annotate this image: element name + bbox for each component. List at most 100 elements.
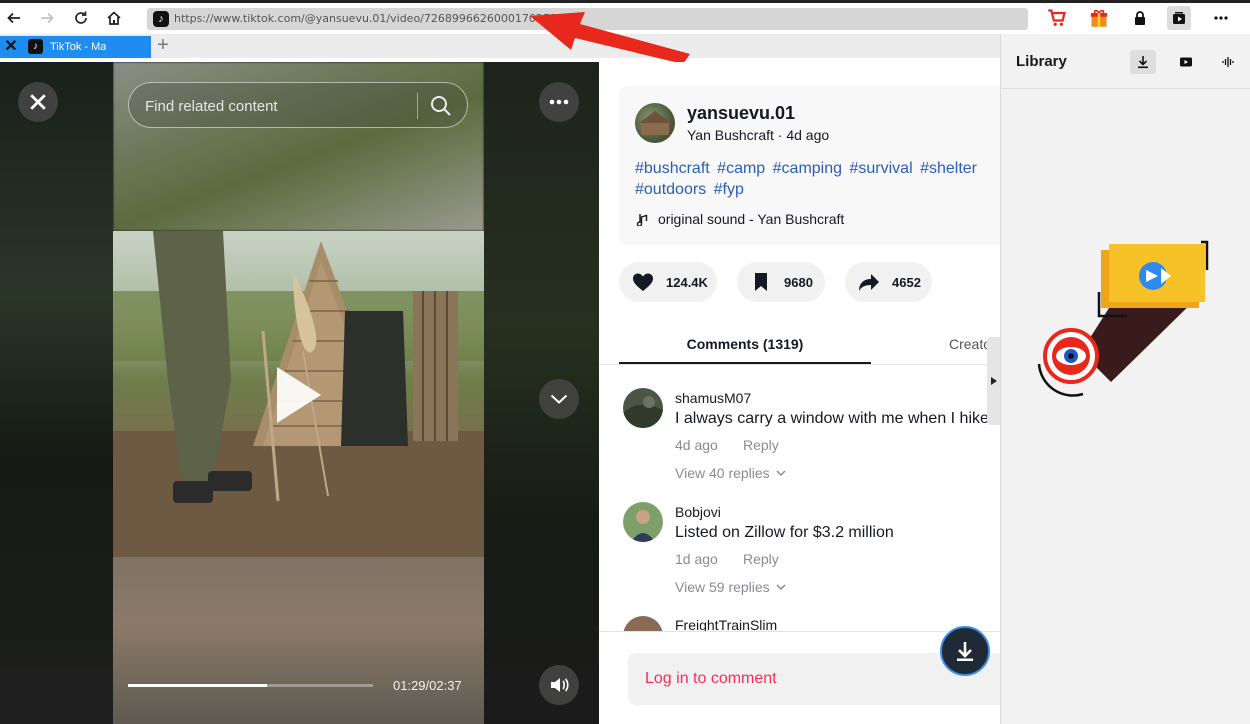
tabs-divider xyxy=(599,364,1000,365)
author-handle[interactable]: yansuevu.01 xyxy=(687,103,795,124)
search-icon[interactable] xyxy=(429,94,453,118)
tab-comments[interactable]: Comments (1319) xyxy=(619,324,871,364)
media-button[interactable] xyxy=(1167,6,1191,30)
more-horizontal-icon xyxy=(549,99,569,105)
comment-date: 4d ago xyxy=(675,437,718,453)
hashtag-link[interactable]: #survival xyxy=(849,160,912,177)
more-menu-button[interactable] xyxy=(1209,6,1233,30)
chevron-down-icon xyxy=(776,470,786,477)
home-button[interactable] xyxy=(102,6,126,30)
related-search-box[interactable] xyxy=(128,82,468,128)
heart-icon xyxy=(633,273,653,291)
share-arrow-icon xyxy=(859,274,879,291)
comment-username[interactable]: shamusM07 xyxy=(675,390,751,406)
close-icon xyxy=(30,94,46,110)
save-button[interactable]: 9680 xyxy=(737,262,825,302)
comment-text: Listed on Zillow for $3.2 million xyxy=(675,524,894,541)
hashtag-link[interactable]: #camp xyxy=(717,160,765,177)
hashtag-link[interactable]: #fyp xyxy=(714,181,744,198)
comment-text: I always carry a window with me when I h… xyxy=(675,410,989,427)
comment-reply-button[interactable]: Reply xyxy=(743,551,779,567)
video-frame-blur-bottom xyxy=(113,557,484,724)
address-bar-url: https://www.tiktok.com/@yansuevu.01/vide… xyxy=(174,12,557,25)
video-progress-bar[interactable] xyxy=(128,684,373,687)
chevron-down-icon xyxy=(550,394,568,404)
back-button[interactable] xyxy=(2,6,26,30)
comments-divider xyxy=(599,631,1000,632)
browser-tab[interactable]: ✕ ♪ TikTok - Ma xyxy=(0,36,151,58)
reload-button[interactable] xyxy=(69,6,93,30)
download-icon xyxy=(1138,56,1148,69)
video-progress-fill xyxy=(128,684,267,687)
post-description-card: yansuevu.01 Yan Bushcraft · 4d ago #bush… xyxy=(619,86,1000,245)
lock-button[interactable] xyxy=(1128,6,1152,30)
author-avatar[interactable] xyxy=(635,103,675,143)
comment-username[interactable]: Bobjovi xyxy=(675,504,721,520)
home-icon xyxy=(107,11,121,25)
music-note-icon xyxy=(636,214,648,226)
gift-icon xyxy=(1090,9,1108,27)
author-meta: Yan Bushcraft · 4d ago xyxy=(687,127,830,143)
new-tab-button[interactable]: + xyxy=(154,34,172,56)
hashtag-link[interactable]: #bushcraft xyxy=(635,160,710,177)
library-audio-button[interactable] xyxy=(1215,50,1241,74)
like-button[interactable]: 124.4K xyxy=(619,262,717,302)
library-downloads-button[interactable] xyxy=(1130,50,1156,74)
comment-username[interactable]: FreightTrainSlim xyxy=(675,617,777,631)
arrow-right-icon xyxy=(41,12,54,24)
play-icon[interactable] xyxy=(275,365,323,425)
view-replies-button[interactable]: View 59 replies xyxy=(675,579,787,595)
reload-icon xyxy=(75,11,87,24)
cart-button[interactable] xyxy=(1045,6,1069,30)
video-time-readout: 01:29/02:37 xyxy=(393,678,462,693)
view-replies-label: View 40 replies xyxy=(675,465,770,481)
hashtag-link[interactable]: #shelter xyxy=(920,160,977,177)
lock-icon xyxy=(1135,11,1145,25)
gift-button[interactable] xyxy=(1087,6,1111,30)
comment-avatar[interactable] xyxy=(623,388,663,428)
view-replies-button[interactable]: View 40 replies xyxy=(675,465,787,481)
tiktok-favicon-icon: ♪ xyxy=(153,11,169,27)
related-search-input[interactable] xyxy=(145,96,405,116)
sound-link[interactable]: original sound - Yan Bushcraft xyxy=(635,211,844,227)
hashtag-link[interactable]: #outdoors xyxy=(635,181,706,198)
media-icon xyxy=(1173,12,1185,24)
video-player[interactable]: 01:29/02:37 xyxy=(0,62,599,724)
library-sidebar: Library xyxy=(1000,34,1250,724)
annotation-arrow-icon xyxy=(530,12,690,64)
video-icon xyxy=(1180,57,1192,67)
caret-right-icon xyxy=(990,377,997,385)
comment-avatar[interactable] xyxy=(623,502,663,542)
audio-wave-icon xyxy=(1222,57,1234,67)
volume-button[interactable] xyxy=(539,665,579,705)
panel-collapse-handle[interactable] xyxy=(987,337,1000,425)
search-divider xyxy=(417,93,418,119)
download-button[interactable] xyxy=(940,626,990,676)
bookmark-icon xyxy=(755,273,767,291)
arrow-left-icon xyxy=(7,12,20,24)
library-empty-illustration xyxy=(1037,240,1209,397)
next-video-button[interactable] xyxy=(539,379,579,419)
close-tab-icon[interactable]: ✕ xyxy=(2,38,20,56)
post-panel: yansuevu.01 Yan Bushcraft · 4d ago #bush… xyxy=(599,62,1000,724)
hashtag-link[interactable]: #camping xyxy=(773,160,842,177)
like-count: 124.4K xyxy=(666,274,708,290)
video-frame[interactable] xyxy=(113,62,484,724)
comment-item: FreightTrainSlim xyxy=(623,616,1000,631)
video-backdrop-left xyxy=(0,62,113,724)
comment-date: 1d ago xyxy=(675,551,718,567)
volume-icon xyxy=(551,678,569,692)
forward-button[interactable] xyxy=(35,6,59,30)
comment-reply-button[interactable]: Reply xyxy=(743,437,779,453)
comment-avatar[interactable] xyxy=(623,616,663,631)
share-button[interactable]: 4652 xyxy=(845,262,932,302)
close-video-button[interactable] xyxy=(18,82,58,122)
login-to-comment-link[interactable]: Log in to comment xyxy=(645,670,777,688)
video-more-button[interactable] xyxy=(539,82,579,122)
library-video-button[interactable] xyxy=(1173,50,1199,74)
cart-icon xyxy=(1048,9,1066,26)
hashtag-list: #bushcraft #camp #camping #survival #she… xyxy=(635,158,1000,200)
sound-title: original sound - Yan Bushcraft xyxy=(658,211,845,227)
library-header: Library xyxy=(1001,34,1250,89)
chevron-down-icon xyxy=(776,584,786,591)
